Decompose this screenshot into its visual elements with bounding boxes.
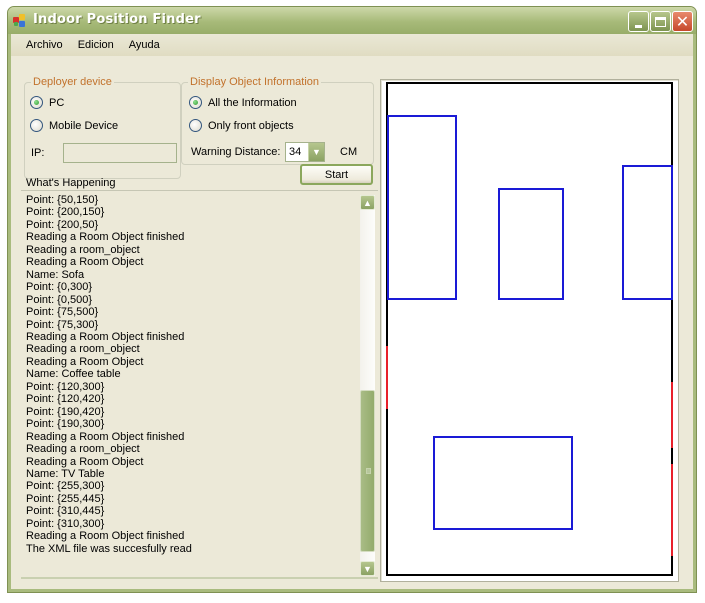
chevron-down-icon[interactable]: ▼ — [308, 143, 324, 161]
unit-label: CM — [340, 146, 358, 158]
log-line: Point: {75,500} — [26, 306, 99, 319]
log-line: Name: TV Table — [26, 467, 105, 480]
log-line: Point: {0,300} — [26, 281, 93, 294]
whats-happening-label: What's Happening — [26, 177, 116, 189]
minimize-icon — [635, 24, 642, 28]
radio-mobile-device-indicator[interactable] — [30, 119, 43, 132]
radio-pc-indicator[interactable] — [30, 96, 43, 109]
display-object-info-title: Display Object Information — [188, 76, 321, 88]
log-line: Reading a Room Object — [26, 355, 144, 368]
radio-pc-label: PC — [49, 96, 65, 109]
log-line: Point: {0,500} — [26, 293, 93, 306]
menu-archivo[interactable]: Archivo — [19, 37, 70, 53]
scroll-thumb[interactable] — [360, 389, 375, 552]
log-line: Point: {75,300} — [26, 318, 99, 331]
radio-mobile-device[interactable]: Mobile Device — [30, 119, 118, 132]
radio-only-front-objects-label: Only front objects — [208, 119, 294, 132]
scroll-grip-icon — [366, 467, 371, 474]
scroll-down-button[interactable]: ▼ — [360, 561, 375, 576]
radio-only-front-objects[interactable]: Only front objects — [189, 119, 294, 132]
log-line: Point: {310,300} — [26, 517, 105, 530]
close-button[interactable]: ✕ — [672, 11, 693, 32]
radio-all-information-indicator[interactable] — [189, 96, 202, 109]
warning-distance-select[interactable]: 34 ▼ — [285, 142, 325, 162]
log-scrollbar[interactable]: ▲ ▼ — [360, 195, 375, 576]
menu-edicion[interactable]: Edicion — [71, 37, 121, 53]
minimize-button[interactable] — [628, 11, 649, 32]
log-line: Point: {310,445} — [26, 505, 105, 518]
ip-input[interactable] — [63, 143, 177, 163]
log-line: Point: {50,150} — [26, 194, 99, 206]
log-line: Point: {120,300} — [26, 380, 105, 393]
maximize-button[interactable] — [650, 11, 671, 32]
log-line: Point: {200,50} — [26, 218, 99, 231]
app-icon — [13, 14, 27, 28]
log-list: Point: {50,150} Point: {200,150} Point: {2… — [26, 194, 356, 555]
log-line: Reading a room_object — [26, 443, 140, 456]
log-line: Point: {255,445} — [26, 492, 105, 505]
log-panel: Point: {50,150} Point: {200,150} Point: {2… — [21, 190, 378, 579]
log-line: Point: {190,300} — [26, 418, 105, 431]
log-line: Reading a room_object — [26, 343, 140, 356]
display-object-info-group: Display Object Information All the Infor… — [181, 76, 374, 165]
log-line: Name: Coffee table — [26, 368, 121, 381]
log-line: Reading a Room Object — [26, 256, 144, 269]
deployer-device-group: Deployer device PC Mobile Device IP: — [24, 76, 181, 179]
log-line: Reading a Room Object finished — [26, 330, 185, 343]
start-button[interactable]: Start — [300, 164, 373, 185]
log-line: Point: {190,420} — [26, 405, 105, 418]
log-line: Name: Sofa — [26, 268, 85, 281]
room-map-panel — [380, 79, 679, 582]
room-wall — [386, 82, 673, 576]
radio-pc[interactable]: PC — [30, 96, 64, 109]
menu-ayuda[interactable]: Ayuda — [122, 37, 167, 53]
radio-mobile-device-label: Mobile Device — [49, 119, 119, 132]
log-line: Reading a Room Object finished — [26, 231, 185, 244]
log-line: Point: {120,420} — [26, 393, 105, 406]
log-line: Point: {255,300} — [26, 480, 105, 493]
radio-only-front-objects-indicator[interactable] — [189, 119, 202, 132]
log-line: Point: {200,150} — [26, 206, 105, 219]
menu-bar: Archivo Edicion Ayuda — [11, 34, 693, 56]
log-line: Reading a Room Object finished — [26, 430, 185, 443]
window-title: Indoor Position Finder — [33, 12, 201, 27]
deployer-device-title: Deployer device — [31, 76, 114, 88]
log-line: Reading a room_object — [26, 243, 140, 256]
app-window: Indoor Position Finder ✕ Archivo Edicion… — [7, 6, 697, 593]
title-bar[interactable]: Indoor Position Finder ✕ — [8, 7, 696, 34]
log-line: The XML file was succesfully read — [26, 542, 192, 555]
maximize-icon — [655, 16, 666, 27]
ip-label: IP: — [31, 147, 45, 159]
room-map — [386, 82, 673, 576]
warning-distance-value: 34 — [289, 146, 302, 158]
radio-all-information[interactable]: All the Information — [189, 96, 297, 109]
radio-all-information-label: All the Information — [208, 96, 297, 109]
scroll-up-button[interactable]: ▲ — [360, 195, 375, 210]
warning-distance-label: Warning Distance: — [191, 146, 281, 158]
log-line: Reading a Room Object — [26, 455, 144, 468]
close-icon: ✕ — [675, 11, 690, 31]
log-line: Reading a Room Object finished — [26, 530, 185, 543]
